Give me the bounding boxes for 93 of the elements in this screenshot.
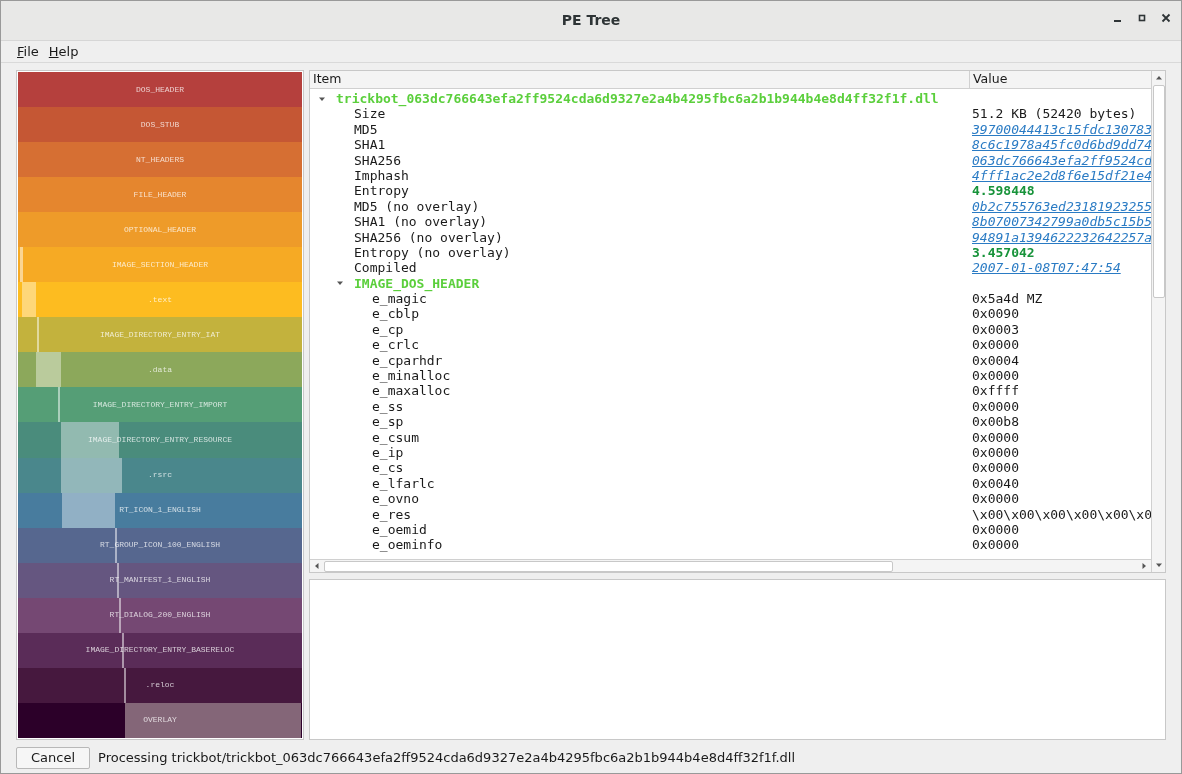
field-name: MD5 (no overlay) <box>354 198 480 214</box>
hash-link[interactable]: 8c6c1978a45fc0d6bd9dd74 <box>970 137 1151 153</box>
region-label: .text <box>148 293 172 306</box>
highlight-mark <box>61 457 122 493</box>
region-band[interactable]: .reloc <box>18 667 302 703</box>
region-band[interactable]: NT_HEADERS <box>18 142 302 178</box>
field-value: 0x0090 <box>971 306 1019 322</box>
field-value: 0xffff <box>971 383 1019 399</box>
field-name: MD5 <box>354 121 378 137</box>
field-value: 0x0004 <box>971 352 1019 369</box>
field-value: 0x5a4d MZ <box>971 291 1043 307</box>
region-label: DOS_STUB <box>140 118 180 131</box>
region-label: OVERLAY <box>143 714 177 727</box>
field-value: 0x0003 <box>971 321 1019 338</box>
field-name: e_maxalloc <box>372 383 451 399</box>
field-name: SHA256 (no overlay) <box>354 229 503 245</box>
field-name: e_csum <box>372 429 419 445</box>
hash-link[interactable]: 8b07007342799a0db5c15b5 <box>970 214 1151 230</box>
column-header[interactable]: Item <box>310 71 970 88</box>
scroll-thumb[interactable] <box>1152 85 1165 298</box>
field-name: SHA1 (no overlay) <box>354 214 488 230</box>
field-value: 4.598448 <box>971 183 1035 199</box>
scroll-thumb[interactable] <box>324 560 894 572</box>
field-name: SHA1 <box>354 137 386 153</box>
status-message: Processing trickbot/trickbot_063dc766643efa2ff9524cda6d9327e2a4b4295fbc6a2b1b944b4e8d4ff32f1f.dll <box>98 749 796 768</box>
field-name: e_cs <box>372 460 404 476</box>
field-name: e_minalloc <box>372 368 451 384</box>
region-label: .rsrc <box>148 469 172 482</box>
region-label: RT_ICON_1_ENGLISH <box>119 504 201 517</box>
field-value: 0x0000 <box>971 460 1019 476</box>
cancel-button[interactable]: Cancel <box>16 747 91 769</box>
field-name: e_cparhdr <box>372 352 443 368</box>
field-name: Size <box>354 106 386 122</box>
field-value: 0x00b8 <box>971 414 1019 430</box>
region-label: DOS_HEADER <box>136 83 184 96</box>
window-title: PE Tree <box>561 11 621 30</box>
hash-link[interactable]: 2007-01-08T07:47:54 <box>970 260 1121 276</box>
hash-link[interactable]: 4fff1ac2e2d8f6e15df21e4 <box>970 167 1151 184</box>
region-label: NT_HEADERS <box>136 153 184 166</box>
region-band[interactable]: IMAGE_DIRECTORY_ENTRY_IMPORT <box>18 387 302 423</box>
field-name: e_magic <box>372 291 427 307</box>
field-value: 0x0040 <box>971 475 1019 492</box>
close-icon[interactable] <box>1161 13 1171 23</box>
field-name: e_crlc <box>372 337 419 353</box>
region-label: IMAGE_DIRECTORY_ENTRY_IMPORT <box>92 398 228 411</box>
menu-item[interactable]: File <box>17 41 39 62</box>
region-band[interactable]: RT_ICON_1_ENGLISH <box>18 492 302 528</box>
region-label: IMAGE_SECTION_HEADER <box>112 258 208 271</box>
field-value: 0x0000 <box>971 368 1019 384</box>
field-name: Entropy <box>354 183 409 199</box>
field-name: e_lfarlc <box>372 475 435 491</box>
field-value: 3.457042 <box>971 244 1035 261</box>
field-name: e_oeminfo <box>372 537 443 553</box>
hash-link[interactable]: 0b2c755763ed23181923255 <box>970 198 1151 215</box>
field-name: Compiled <box>354 260 417 276</box>
maximize-icon[interactable] <box>1137 13 1147 23</box>
column-header[interactable]: Value <box>970 71 1151 88</box>
region-band[interactable]: OVERLAY <box>18 702 302 738</box>
field-value: 51.2 KB (52420 bytes) <box>971 106 1137 122</box>
field-name: SHA256 <box>354 152 401 168</box>
hash-link[interactable]: 39700044413c15fdc130783 <box>970 121 1151 138</box>
field-value: \x00\x00\x00\x00\x00\x0 <box>971 506 1151 522</box>
field-value: 0x0000 <box>971 398 1019 415</box>
region-band[interactable]: .rsrc <box>18 457 302 493</box>
region-label: FILE_HEADER <box>133 188 187 201</box>
field-value: 0x0000 <box>971 337 1019 353</box>
region-label: .reloc <box>145 679 175 692</box>
region-band[interactable]: DOS_HEADER <box>18 72 302 108</box>
field-name: e_ovno <box>372 491 419 507</box>
field-name: Imphash <box>354 167 409 183</box>
field-name: e_ip <box>372 445 404 460</box>
hash-link[interactable]: 94891a1394622232642257a <box>970 229 1151 245</box>
field-name: e_res <box>372 506 412 522</box>
region-label: .data <box>148 363 172 376</box>
region-label: IMAGE_DIRECTORY_ENTRY_RESOURCE <box>88 434 232 446</box>
region-band[interactable]: DOS_STUB <box>18 107 302 143</box>
field-value: 0x0000 <box>971 445 1019 461</box>
field-value: 0x0000 <box>971 521 1019 538</box>
vertical-scrollbar[interactable] <box>1151 71 1165 572</box>
region-label: IMAGE_DIRECTORY_ENTRY_IAT <box>100 328 220 341</box>
field-name: e_cp <box>372 321 404 337</box>
field-name: Entropy (no overlay) <box>354 244 511 260</box>
field-name: e_sp <box>372 414 404 430</box>
field-name: e_cblp <box>372 306 419 322</box>
region-label: OPTIONAL_HEADER <box>124 223 196 236</box>
menu-item[interactable]: Help <box>48 41 79 62</box>
region-band[interactable]: IMAGE_DIRECTORY_ENTRY_RESOURCE <box>18 422 302 458</box>
field-value: 0x0000 <box>971 491 1019 507</box>
field-value: 0x0000 <box>971 429 1019 445</box>
field-name: e_oemid <box>372 521 427 537</box>
field-name: e_ss <box>372 398 404 414</box>
field-value: 0x0000 <box>971 537 1019 553</box>
horizontal-scrollbar[interactable] <box>310 559 1151 572</box>
